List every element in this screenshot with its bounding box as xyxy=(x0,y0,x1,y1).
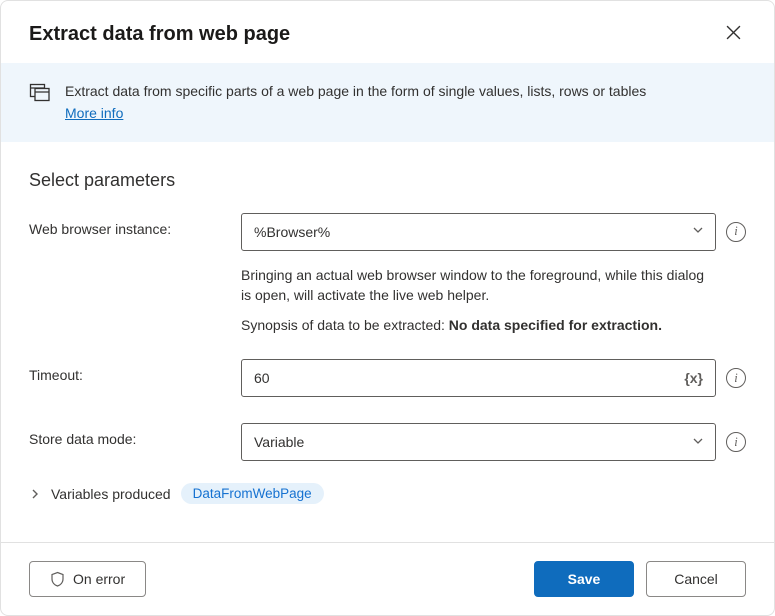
on-error-button[interactable]: On error xyxy=(29,561,146,597)
browser-select[interactable]: %Browser% xyxy=(241,213,716,251)
close-icon xyxy=(726,25,741,43)
info-icon[interactable]: i xyxy=(726,368,746,388)
banner-text: Extract data from specific parts of a we… xyxy=(65,81,646,124)
store-mode-select[interactable]: Variable xyxy=(241,423,716,461)
banner-description: Extract data from specific parts of a we… xyxy=(65,83,646,99)
dialog-footer: On error Save Cancel xyxy=(1,542,774,615)
field-browser: Web browser instance: %Browser% i xyxy=(29,213,746,251)
synopsis-text: Synopsis of data to be extracted: No dat… xyxy=(241,317,746,333)
save-label: Save xyxy=(568,571,601,587)
dialog-title: Extract data from web page xyxy=(29,23,290,46)
info-icon[interactable]: i xyxy=(726,222,746,242)
on-error-label: On error xyxy=(73,571,125,587)
more-info-link[interactable]: More info xyxy=(65,103,123,123)
timeout-input-wrapper: {x} xyxy=(241,359,716,397)
shield-icon xyxy=(50,571,65,587)
info-icon[interactable]: i xyxy=(726,432,746,452)
label-timeout: Timeout: xyxy=(29,359,229,383)
field-timeout: Timeout: {x} i xyxy=(29,359,746,397)
expand-variables-toggle[interactable] xyxy=(29,488,41,500)
insert-variable-button[interactable]: {x} xyxy=(682,370,705,386)
variables-produced-row: Variables produced DataFromWebPage xyxy=(29,483,746,504)
synopsis-value: No data specified for extraction. xyxy=(449,317,662,333)
dialog-content: Select parameters Web browser instance: … xyxy=(1,142,774,542)
dialog: Extract data from web page Extract data … xyxy=(0,0,775,616)
browser-select-value: %Browser% xyxy=(254,224,330,240)
chevron-down-icon xyxy=(691,223,705,240)
save-button[interactable]: Save xyxy=(534,561,634,597)
dialog-header: Extract data from web page xyxy=(1,1,774,63)
info-banner: Extract data from specific parts of a we… xyxy=(1,63,774,142)
close-button[interactable] xyxy=(720,21,746,47)
variable-pill[interactable]: DataFromWebPage xyxy=(181,483,324,504)
browser-help-text: Bringing an actual web browser window to… xyxy=(241,265,746,306)
label-browser: Web browser instance: xyxy=(29,213,229,237)
store-mode-value: Variable xyxy=(254,434,304,450)
timeout-input[interactable] xyxy=(254,370,682,386)
label-store-mode: Store data mode: xyxy=(29,423,229,447)
footer-right-buttons: Save Cancel xyxy=(534,561,746,597)
variables-produced-label: Variables produced xyxy=(51,486,171,502)
chevron-down-icon xyxy=(691,434,705,451)
extract-icon xyxy=(29,81,51,106)
synopsis-prefix: Synopsis of data to be extracted: xyxy=(241,317,449,333)
cancel-label: Cancel xyxy=(674,571,718,587)
cancel-button[interactable]: Cancel xyxy=(646,561,746,597)
field-store-mode: Store data mode: Variable i xyxy=(29,423,746,461)
section-title: Select parameters xyxy=(29,170,746,191)
